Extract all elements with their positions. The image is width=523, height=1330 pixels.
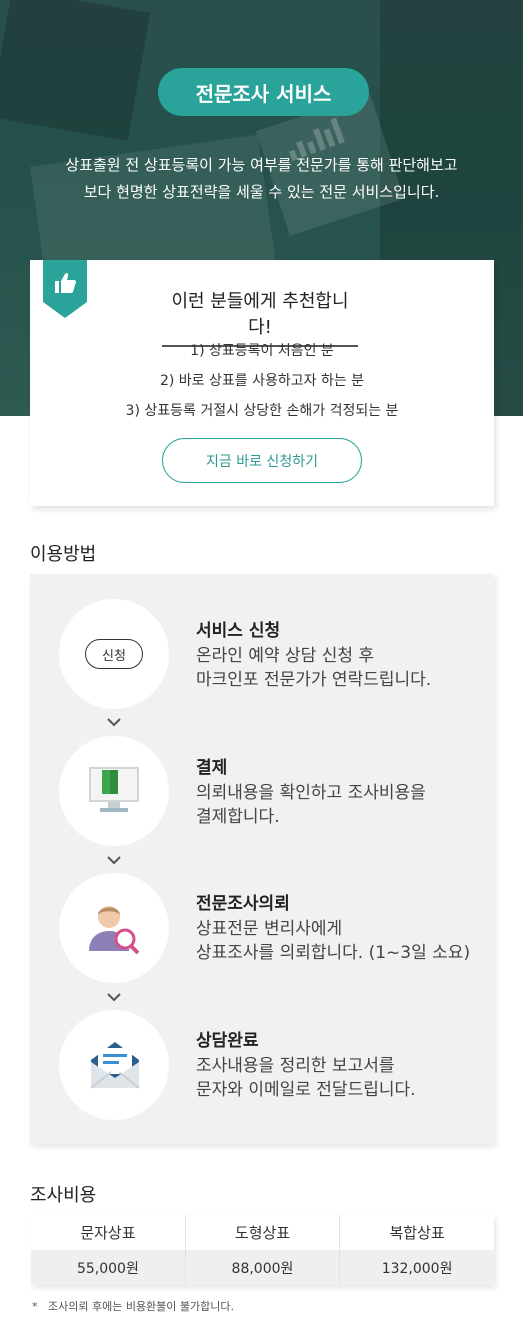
hero-title-pill: 전문조사 서비스 (158, 68, 369, 116)
step-desc-line: 조사내용을 정리한 보고서를 (196, 1056, 395, 1076)
fee-header-cell: 문자상표 (31, 1215, 186, 1250)
step-title: 서비스 신청 (196, 621, 281, 641)
step-desc: 온라인 예약 상담 신청 후 마크인포 전문가가 연락드립니다. (196, 644, 431, 692)
hero-desc-line: 보다 현명한 상표전략을 세울 수 있는 전문 서비스입니다. (83, 183, 440, 201)
step-icon-circle (59, 736, 169, 846)
refund-note: * 조사의뢰 후에는 비용환불이 불가합니다. (32, 1300, 235, 1313)
step-desc-line: 온라인 예약 상담 신청 후 (196, 646, 375, 666)
thumbs-up-icon (43, 260, 87, 318)
fee-header-cell: 복합상표 (339, 1215, 494, 1250)
recommend-list: 1) 상표등록이 처음인 분 2) 바로 상표를 사용하고자 하는 분 3) 상… (30, 336, 494, 426)
step-desc-line: 상표조사를 의뢰합니다. (1~3일 소요) (196, 943, 471, 963)
hero-description: 상표출원 전 상표등록이 가능 여부를 전문가를 통해 판단해보고 보다 현명한… (0, 152, 523, 206)
step-icon-circle (59, 873, 169, 983)
fee-table-header-row: 문자상표 도형상표 복합상표 (31, 1215, 494, 1250)
attorney-search-icon (89, 906, 140, 955)
mail-envelope-icon (90, 1042, 140, 1089)
hero-desc-line: 상표출원 전 상표등록이 가능 여부를 전문가를 통해 판단해보고 (65, 156, 458, 174)
payment-monitor-icon (89, 767, 139, 812)
step-desc: 조사내용을 정리한 보고서를 문자와 이메일로 전달드립니다. (196, 1054, 416, 1102)
fee-table-row: 55,000원 88,000원 132,000원 (31, 1250, 494, 1285)
recommend-card: 이런 분들에게 추천합니다! 1) 상표등록이 처음인 분 2) 바로 상표를 … (30, 260, 494, 506)
fee-header-cell: 도형상표 (184, 1215, 340, 1250)
step-desc: 의뢰내용을 확인하고 조사비용을 결제합니다. (196, 781, 426, 829)
fees-section-title: 조사비용 (30, 1185, 97, 1206)
step-icon-circle: 신청 (59, 599, 169, 709)
step-title: 전문조사의뢰 (196, 894, 290, 914)
step-desc-line: 문자와 이메일로 전달드립니다. (196, 1080, 416, 1100)
fee-value-cell: 132,000원 (339, 1250, 494, 1285)
recommend-item: 2) 바로 상표를 사용하고자 하는 분 (159, 373, 365, 389)
step-desc-line: 상표전문 변리사에게 (196, 919, 343, 939)
apply-chip: 신청 (85, 639, 143, 669)
usage-section-title: 이용방법 (30, 544, 97, 565)
step-icon-circle (59, 1010, 169, 1120)
chevron-down-icon (107, 718, 121, 727)
recommend-item: 3) 상표등록 거절시 상당한 손해가 걱정되는 분 (125, 403, 399, 419)
step-desc-line: 마크인포 전문가가 연락드립니다. (196, 670, 432, 690)
fee-table: 문자상표 도형상표 복합상표 55,000원 88,000원 132,000원 (31, 1215, 494, 1285)
step-desc-line: 의뢰내용을 확인하고 조사비용을 (196, 783, 426, 803)
step-desc-line: 결제합니다. (196, 807, 280, 827)
hero-bg-shape (0, 0, 151, 142)
fee-value-cell: 55,000원 (31, 1250, 186, 1285)
step-title: 상담완료 (196, 1031, 259, 1051)
fee-value-cell: 88,000원 (184, 1250, 340, 1285)
chevron-down-icon (107, 993, 121, 1002)
step-title: 결제 (196, 758, 228, 778)
chevron-down-icon (107, 856, 121, 865)
apply-now-button[interactable]: 지금 바로 신청하기 (162, 438, 362, 483)
step-desc: 상표전문 변리사에게 상표조사를 의뢰합니다. (1~3일 소요) (196, 917, 470, 965)
recommend-item: 1) 상표등록이 처음인 분 (190, 343, 334, 359)
steps-panel: 신청 서비스 신청 온라인 예약 상담 신청 후 마크인포 전문가가 연락드립니… (30, 574, 494, 1144)
